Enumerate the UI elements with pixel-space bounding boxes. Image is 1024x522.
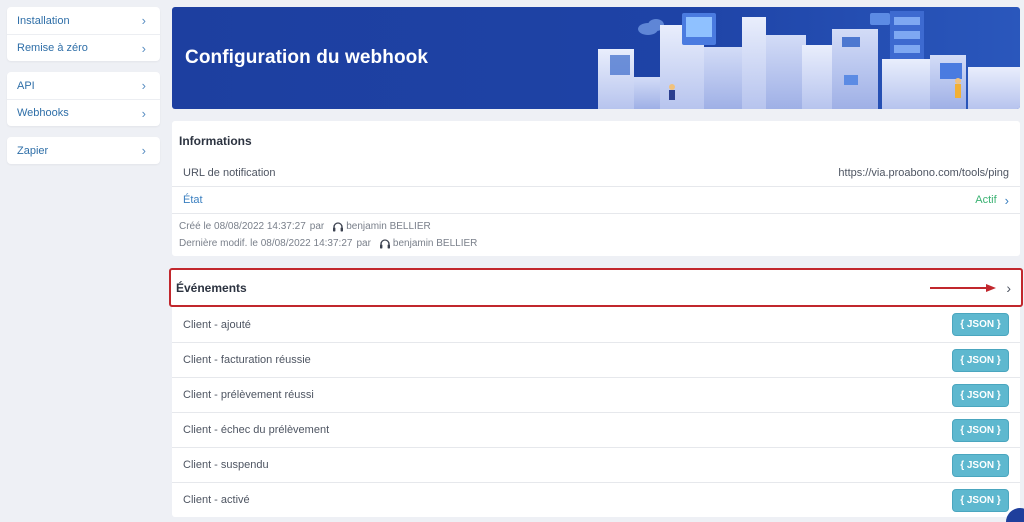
state-value-group: Actif › xyxy=(975,194,1009,207)
city-illustration-icon xyxy=(598,11,1020,109)
chevron-right-icon: › xyxy=(141,13,146,28)
event-label: Client - facturation réussie xyxy=(183,354,311,366)
sidebar-item-zapier[interactable]: Zapier › xyxy=(7,137,160,164)
events-title: Événements xyxy=(176,280,247,295)
main-content: Configuration du webhook Informations UR… xyxy=(169,7,1023,517)
json-button[interactable]: { JSON } xyxy=(952,418,1009,442)
url-row: URL de notification https://via.proabono… xyxy=(172,159,1020,186)
modified-line: Dernière modif. le 08/08/2022 14:37:27 p… xyxy=(179,235,1013,252)
headset-icon xyxy=(379,238,390,248)
annotation-arrow-icon xyxy=(930,283,997,292)
created-label: Créé le 08/08/2022 14:37:27 xyxy=(179,221,306,232)
event-row: Client - échec du prélèvement { JSON } xyxy=(172,412,1020,447)
modified-by-label: par xyxy=(356,238,371,249)
sidebar: Installation › Remise à zéro › API › Web… xyxy=(7,7,160,175)
chevron-right-icon: › xyxy=(1006,279,1011,296)
event-label: Client - suspendu xyxy=(183,459,269,471)
event-label: Client - ajouté xyxy=(183,318,251,331)
json-button[interactable]: { JSON } xyxy=(952,313,1009,336)
json-button[interactable]: { JSON } xyxy=(952,453,1009,477)
events-header[interactable]: Événements › xyxy=(169,268,1023,307)
modified-by-user: benjamin BELLIER xyxy=(392,238,478,249)
url-label: URL de notification xyxy=(183,166,276,179)
chevron-right-icon: › xyxy=(141,40,146,56)
event-row: Client - suspendu { JSON } xyxy=(172,447,1020,482)
chevron-right-icon: › xyxy=(1004,192,1009,208)
page-banner: Configuration du webhook xyxy=(172,7,1020,109)
event-row: Client - ajouté { JSON } xyxy=(172,307,1020,342)
created-line: Créé le 08/08/2022 14:37:27 par benjamin… xyxy=(179,218,1013,235)
created-by-user: benjamin BELLIER xyxy=(346,221,431,232)
sidebar-group-setup: Installation › Remise à zéro › xyxy=(7,7,160,61)
events-card: Événements › Client - ajouté { JSON } Cl… xyxy=(169,268,1023,517)
event-row: Client - facturation réussie { JSON } xyxy=(172,342,1020,377)
state-label: État xyxy=(183,194,203,206)
sidebar-item-reset[interactable]: Remise à zéro › xyxy=(7,34,160,61)
sidebar-item-label: Installation xyxy=(17,14,70,27)
modified-label: Dernière modif. le 08/08/2022 14:37:27 xyxy=(179,238,353,249)
state-row[interactable]: État Actif › xyxy=(172,186,1020,213)
sidebar-item-label: Zapier xyxy=(17,144,49,157)
sidebar-item-api[interactable]: API › xyxy=(7,72,160,99)
event-label: Client - prélèvement réussi xyxy=(183,389,314,401)
event-label: Client - activé xyxy=(183,494,250,506)
sidebar-item-webhooks[interactable]: Webhooks › xyxy=(7,99,160,126)
audit-info: Créé le 08/08/2022 14:37:27 par benjamin… xyxy=(172,213,1020,256)
events-expand: › xyxy=(930,281,1011,295)
json-button[interactable]: { JSON } xyxy=(952,348,1009,372)
event-label: Client - échec du prélèvement xyxy=(183,424,330,436)
chevron-right-icon: › xyxy=(141,78,146,93)
chevron-right-icon: › xyxy=(141,143,146,158)
state-value: Actif xyxy=(975,194,997,206)
created-by-label: par xyxy=(309,221,325,232)
sidebar-item-label: API xyxy=(17,79,35,92)
info-card: Informations URL de notification https:/… xyxy=(172,121,1020,256)
sidebar-item-installation[interactable]: Installation › xyxy=(7,7,160,34)
chevron-right-icon: › xyxy=(141,105,146,121)
sidebar-item-label: Remise à zéro xyxy=(17,42,88,54)
sidebar-group-zapier: Zapier › xyxy=(7,137,160,164)
sidebar-item-label: Webhooks xyxy=(17,107,69,119)
page-title: Configuration du webhook xyxy=(185,47,429,68)
json-button[interactable]: { JSON } xyxy=(952,488,1009,512)
url-value: https://via.proabono.com/tools/ping xyxy=(838,166,1009,179)
event-row: Client - activé { JSON } xyxy=(172,482,1020,517)
info-title: Informations xyxy=(179,134,252,148)
sidebar-group-integration: API › Webhooks › xyxy=(7,72,160,126)
headset-icon xyxy=(333,221,344,231)
json-button[interactable]: { JSON } xyxy=(952,383,1009,407)
event-row: Client - prélèvement réussi { JSON } xyxy=(172,377,1020,412)
